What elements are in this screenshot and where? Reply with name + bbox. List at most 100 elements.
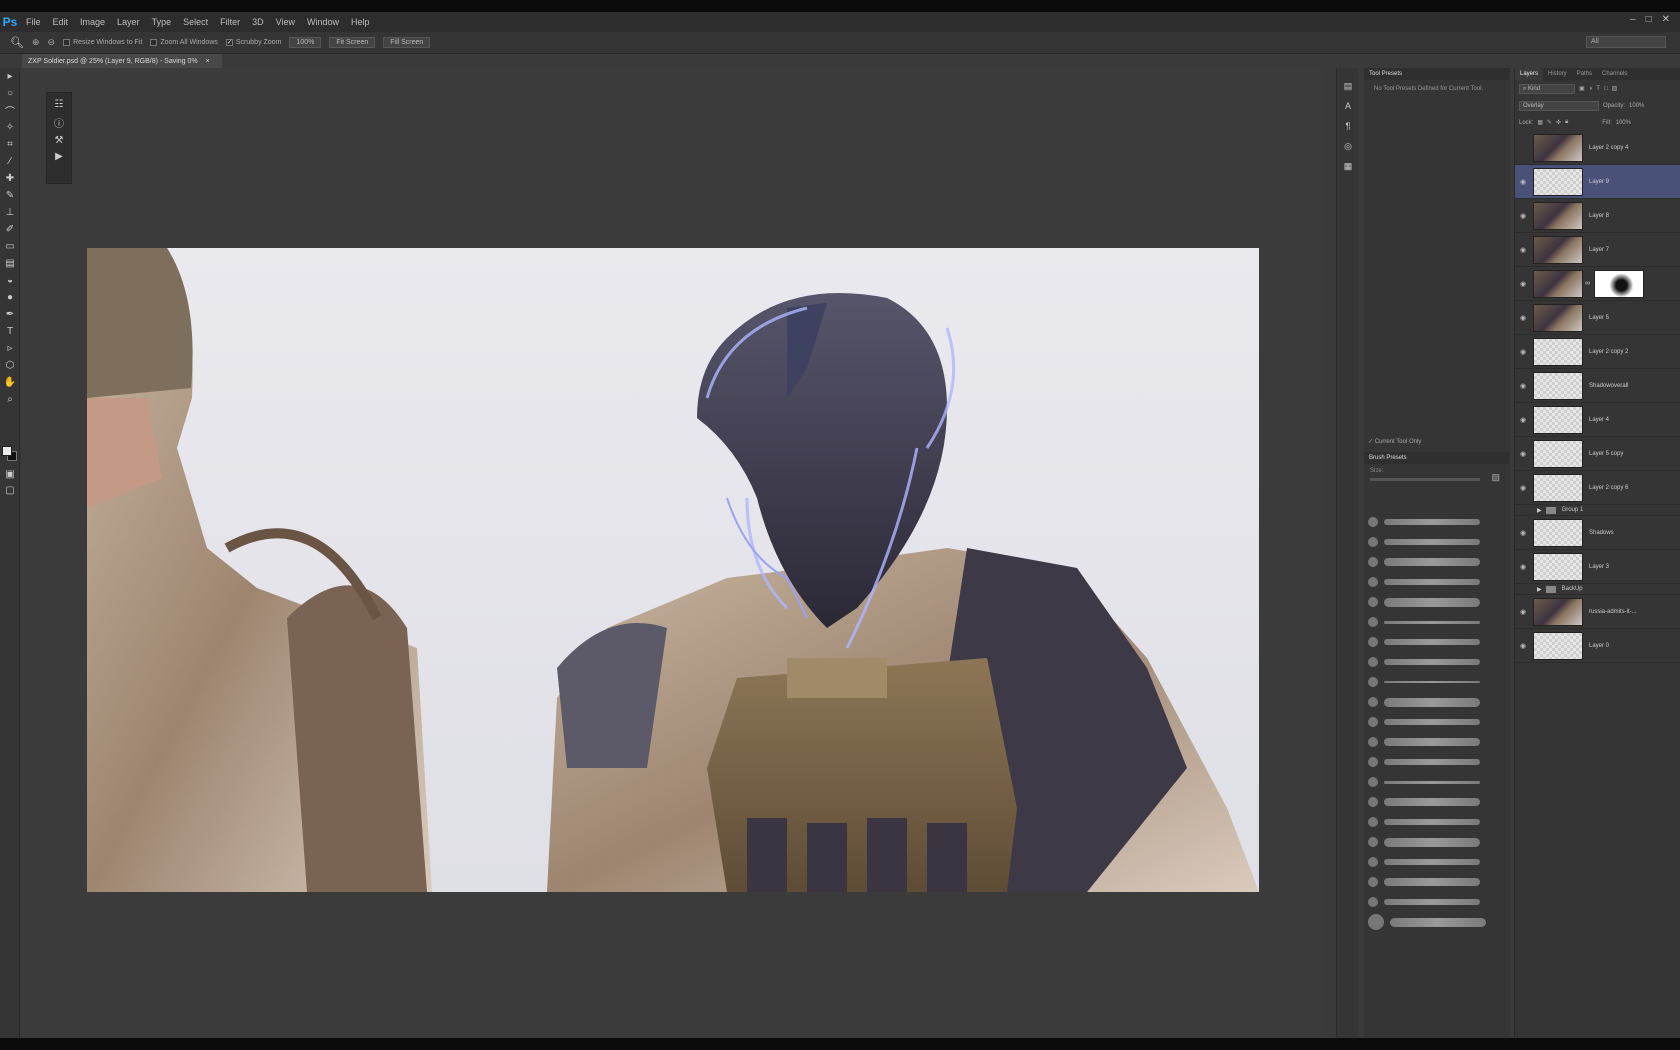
workspace-select[interactable]: All bbox=[1586, 36, 1666, 48]
lock-transparent-icon[interactable]: ▦ bbox=[1537, 119, 1543, 126]
menu-select[interactable]: Select bbox=[177, 17, 214, 27]
eye-icon[interactable]: ◉ bbox=[1515, 642, 1531, 650]
brush-preset[interactable] bbox=[1368, 552, 1508, 572]
brush-preset[interactable] bbox=[1368, 672, 1508, 692]
brush-preset[interactable] bbox=[1368, 872, 1508, 892]
layer-group-row[interactable]: ▶ BackUp bbox=[1515, 584, 1680, 595]
info-icon[interactable]: ⓘ bbox=[54, 115, 64, 130]
crop-tool-icon[interactable]: ⌗ bbox=[0, 136, 20, 153]
healing-brush-tool-icon[interactable]: ✚ bbox=[0, 170, 20, 187]
layer-row[interactable]: ◉ Shadowoverall bbox=[1515, 369, 1680, 403]
menu-3d[interactable]: 3D bbox=[246, 17, 270, 27]
eye-icon[interactable]: ◉ bbox=[1515, 484, 1531, 492]
eye-icon[interactable]: ◉ bbox=[1515, 608, 1531, 616]
eyedropper-tool-icon[interactable]: ∕ bbox=[0, 153, 20, 170]
foreground-color-swatch[interactable] bbox=[2, 446, 12, 456]
menu-filter[interactable]: Filter bbox=[214, 17, 246, 27]
document-image[interactable] bbox=[87, 248, 1259, 892]
dodge-tool-icon[interactable]: ● bbox=[0, 289, 20, 306]
hand-tool-icon[interactable]: ✋ bbox=[0, 374, 20, 391]
zoom-100-button[interactable]: 100% bbox=[289, 37, 322, 48]
tool-presets-tab[interactable]: Tool Presets bbox=[1364, 68, 1510, 80]
fit-screen-button[interactable]: Fit Screen bbox=[329, 37, 376, 48]
brush-preset[interactable] bbox=[1368, 612, 1508, 632]
eye-icon[interactable]: ◉ bbox=[1515, 529, 1531, 537]
layer-row[interactable]: ◉ Layer 8 bbox=[1515, 199, 1680, 233]
brush-preset[interactable] bbox=[1368, 652, 1508, 672]
layer-kind-filter[interactable]: ⌕ Kind bbox=[1519, 83, 1575, 94]
eye-icon[interactable]: ◉ bbox=[1515, 348, 1531, 356]
eye-icon[interactable]: ◉ bbox=[1515, 280, 1531, 288]
gradient-tool-icon[interactable]: ▤ bbox=[0, 255, 20, 272]
screen-mode-icon[interactable]: ▢ bbox=[0, 482, 20, 499]
layer-mask-thumbnail[interactable] bbox=[1594, 269, 1644, 298]
blur-tool-icon[interactable]: ◒ bbox=[0, 272, 20, 289]
tab-history[interactable]: History bbox=[1543, 68, 1572, 80]
layer-row[interactable]: ◉ Layer 2 copy 6 bbox=[1515, 471, 1680, 505]
eye-icon[interactable]: ◉ bbox=[1515, 382, 1531, 390]
3d-icon[interactable]: ◎ bbox=[1337, 136, 1359, 156]
expand-arrow-icon[interactable]: ▶ bbox=[1537, 586, 1542, 593]
quick-mask-icon[interactable]: ▣ bbox=[0, 466, 20, 483]
filter-adjustment-icon[interactable]: ◑ bbox=[1589, 86, 1593, 92]
layer-row[interactable]: ◉ Layer 5 copy bbox=[1515, 437, 1680, 471]
brush-preset[interactable] bbox=[1368, 812, 1508, 832]
current-tool-only-checkbox[interactable]: ✓ Current Tool Only bbox=[1368, 438, 1421, 445]
clone-stamp-tool-icon[interactable]: ⊥ bbox=[0, 204, 20, 221]
layer-row[interactable]: ◉ russia-admits-it-... bbox=[1515, 595, 1680, 629]
brush-tool-icon[interactable]: ✎ bbox=[0, 187, 20, 204]
tab-paths[interactable]: Paths bbox=[1572, 68, 1597, 80]
eraser-tool-icon[interactable]: ▭ bbox=[0, 238, 20, 255]
eye-icon[interactable]: ◉ bbox=[1515, 246, 1531, 254]
brush-size-slider[interactable] bbox=[1370, 478, 1480, 481]
layer-row[interactable]: ◉ ∞ bbox=[1515, 267, 1680, 301]
zoom-tool-icon[interactable]: ⌕ bbox=[0, 391, 20, 408]
play-actions-icon[interactable]: ▶ bbox=[55, 151, 63, 162]
layer-row[interactable]: ◉ Layer 7 bbox=[1515, 233, 1680, 267]
layer-row-selected[interactable]: ◉ Layer 9 bbox=[1515, 165, 1680, 199]
eye-icon[interactable]: ◉ bbox=[1515, 212, 1531, 220]
document-close-icon[interactable]: × bbox=[206, 58, 210, 65]
zoom-out-icon[interactable]: ⊖ bbox=[48, 37, 56, 48]
brush-preset[interactable] bbox=[1368, 852, 1508, 872]
character-icon[interactable]: A bbox=[1337, 96, 1359, 116]
brush-preset[interactable] bbox=[1368, 692, 1508, 712]
layer-row[interactable]: ◉ Layer 4 bbox=[1515, 403, 1680, 437]
eye-icon[interactable]: ◉ bbox=[1515, 450, 1531, 458]
properties-icon[interactable]: ☷ bbox=[55, 99, 64, 110]
menu-help[interactable]: Help bbox=[345, 17, 376, 27]
eye-icon[interactable]: ◉ bbox=[1515, 563, 1531, 571]
layer-row[interactable]: ◉ Layer 3 bbox=[1515, 550, 1680, 584]
layer-row[interactable]: ◉ Layer 0 bbox=[1515, 629, 1680, 663]
zoom-tool-icon[interactable]: 🔍︎ bbox=[10, 36, 24, 49]
lock-position-icon[interactable]: ✜ bbox=[1556, 119, 1561, 126]
lock-pixels-icon[interactable]: ✎ bbox=[1547, 119, 1552, 126]
scrubby-zoom-checkbox[interactable]: ✓ Scrubby Zoom bbox=[225, 39, 281, 46]
brush-panel-icon[interactable]: ▨ bbox=[1491, 472, 1500, 483]
type-tool-icon[interactable]: T bbox=[0, 323, 20, 340]
lock-all-icon[interactable]: 🔒︎ bbox=[1565, 119, 1568, 126]
brush-preset[interactable] bbox=[1368, 892, 1508, 912]
brush-preset[interactable] bbox=[1368, 512, 1508, 532]
minimize-button[interactable]: – bbox=[1630, 14, 1636, 25]
brush-preset[interactable] bbox=[1368, 632, 1508, 652]
brush-presets-tab[interactable]: Brush Presets bbox=[1364, 452, 1510, 464]
close-button[interactable]: ✕ bbox=[1662, 14, 1670, 25]
zoom-all-checkbox[interactable]: Zoom All Windows bbox=[150, 39, 218, 46]
maximize-button[interactable]: □ bbox=[1646, 14, 1652, 25]
menu-type[interactable]: Type bbox=[146, 17, 178, 27]
resize-windows-checkbox[interactable]: Resize Windows to Fit bbox=[63, 39, 142, 46]
brush-preset[interactable] bbox=[1368, 712, 1508, 732]
fill-value[interactable]: 100% bbox=[1616, 120, 1631, 126]
opacity-value[interactable]: 100% bbox=[1629, 103, 1644, 109]
history-brush-tool-icon[interactable]: ✐ bbox=[0, 221, 20, 238]
brush-preset[interactable] bbox=[1368, 832, 1508, 852]
tool-presets-icon[interactable]: ▤ bbox=[1337, 76, 1359, 96]
brush-preset[interactable] bbox=[1368, 772, 1508, 792]
brush-preset[interactable] bbox=[1368, 572, 1508, 592]
move-tool-icon[interactable]: ▸ bbox=[0, 68, 20, 85]
menu-view[interactable]: View bbox=[270, 17, 301, 27]
brush-preset[interactable] bbox=[1368, 592, 1508, 612]
quick-select-tool-icon[interactable]: ✧ bbox=[0, 119, 20, 136]
menu-window[interactable]: Window bbox=[301, 17, 345, 27]
